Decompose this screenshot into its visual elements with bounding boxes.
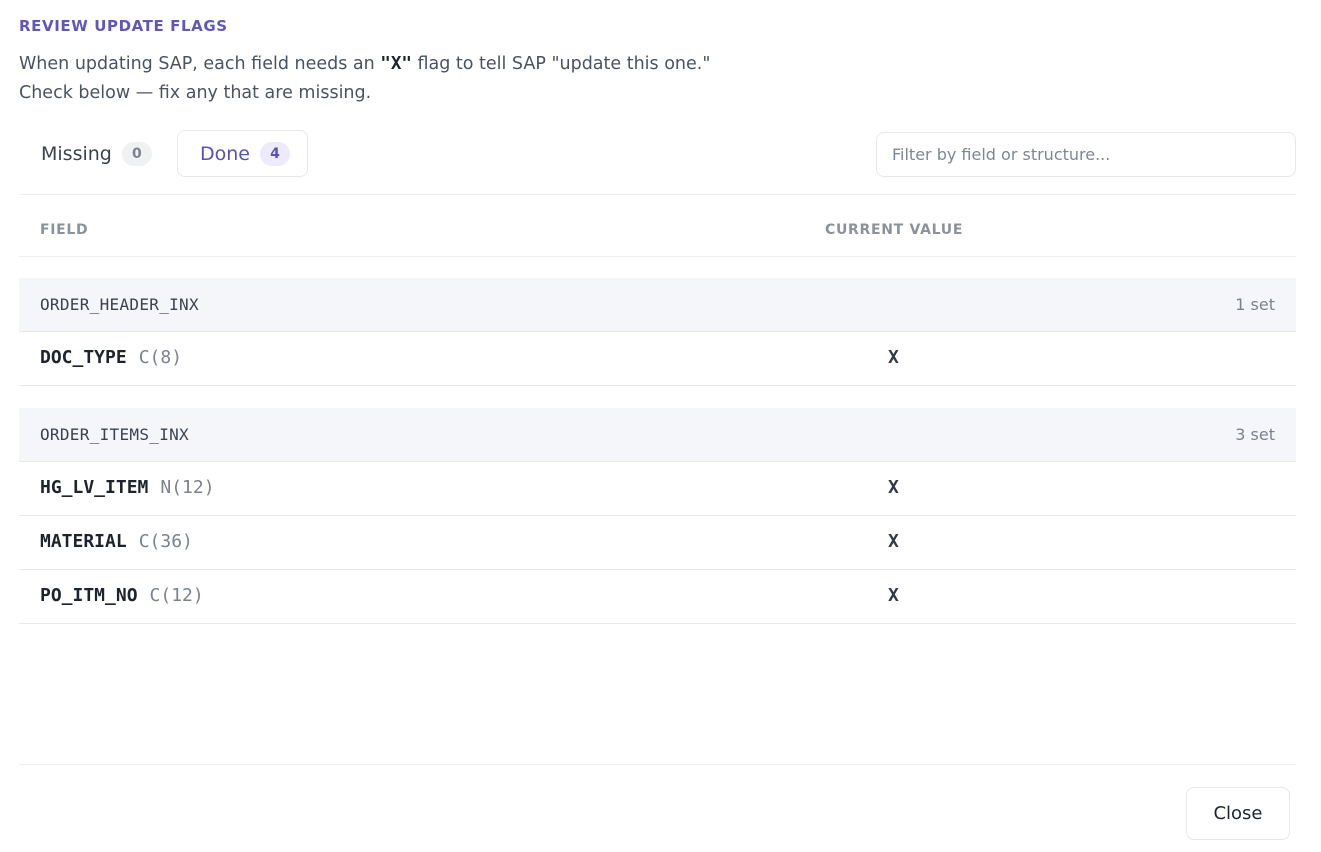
- tab-missing-count: 0: [121, 141, 152, 166]
- group-header-order-header-inx: ORDER_HEADER_INX 1 set: [19, 278, 1296, 332]
- group-name: ORDER_HEADER_INX: [40, 295, 199, 314]
- field-name-text: MATERIAL: [40, 531, 127, 552]
- tab-done[interactable]: Done 4: [177, 130, 308, 177]
- tab-missing[interactable]: Missing 0: [19, 130, 165, 177]
- group-count: 3 set: [1235, 425, 1275, 444]
- divider: [19, 256, 1296, 257]
- divider: [19, 194, 1296, 195]
- column-header-field: FIELD: [40, 222, 89, 238]
- group-header-order-items-inx: ORDER_ITEMS_INX 3 set: [19, 408, 1296, 462]
- description-text-end: flag to tell SAP "update this one.": [411, 54, 711, 74]
- field-name: DOC_TYPE C(8): [40, 347, 182, 368]
- review-update-flags-dialog: REVIEW UPDATE FLAGS When updating SAP, e…: [0, 0, 1321, 852]
- table-row[interactable]: PO_ITM_NO C(12) X: [19, 570, 1296, 624]
- table-row[interactable]: DOC_TYPE C(8) X: [19, 332, 1296, 386]
- field-current-value: X: [888, 347, 899, 368]
- field-name: HG_LV_ITEM N(12): [40, 477, 215, 498]
- group-count: 1 set: [1235, 295, 1275, 314]
- field-name: MATERIAL C(36): [40, 531, 193, 552]
- filter-input[interactable]: [876, 132, 1296, 177]
- table-row[interactable]: MATERIAL C(36) X: [19, 516, 1296, 570]
- dialog-title: REVIEW UPDATE FLAGS: [19, 17, 228, 35]
- description-text: When updating SAP, each field needs an: [19, 54, 381, 74]
- tab-done-label: Done: [200, 142, 250, 165]
- group-name: ORDER_ITEMS_INX: [40, 425, 189, 444]
- column-header-current-value: CURRENT VALUE: [825, 222, 964, 238]
- description-line-2: Check below — fix any that are missing.: [19, 83, 372, 103]
- tab-missing-label: Missing: [41, 142, 112, 165]
- field-current-value: X: [888, 585, 899, 606]
- table-row[interactable]: HG_LV_ITEM N(12) X: [19, 462, 1296, 516]
- dialog-description: When updating SAP, each field needs an "…: [19, 50, 919, 108]
- field-current-value: X: [888, 531, 899, 552]
- field-name: PO_ITM_NO C(12): [40, 585, 204, 606]
- field-name-text: HG_LV_ITEM: [40, 477, 149, 498]
- field-type: C(36): [138, 531, 193, 552]
- field-type: C(8): [138, 347, 183, 368]
- field-name-text: DOC_TYPE: [40, 347, 127, 368]
- tab-done-count: 4: [260, 141, 290, 166]
- footer-divider: [19, 764, 1296, 765]
- field-name-text: PO_ITM_NO: [40, 585, 138, 606]
- close-button[interactable]: Close: [1186, 787, 1290, 840]
- description-flag: "X": [380, 54, 412, 74]
- field-type: N(12): [160, 477, 215, 498]
- field-type: C(12): [149, 585, 204, 606]
- field-current-value: X: [888, 477, 899, 498]
